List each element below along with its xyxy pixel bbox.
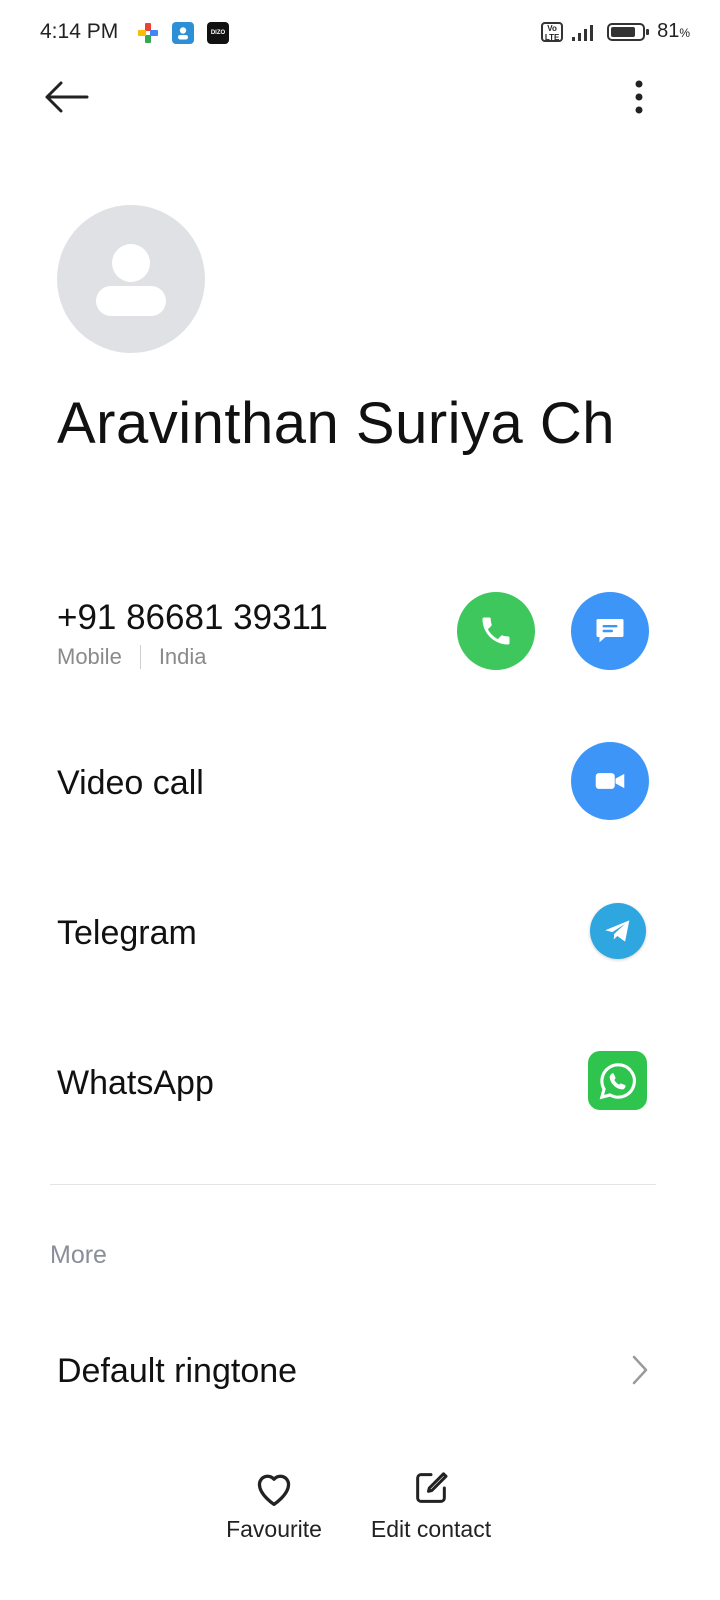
phone-icon [482, 617, 510, 645]
message-icon [596, 619, 624, 643]
photos-icon [137, 22, 159, 44]
battery-percent: 81 [657, 20, 680, 42]
phone-number[interactable]: +91 86681 39311 [57, 598, 328, 638]
edit-contact-label: Edit contact [370, 1516, 492, 1542]
chevron-right-icon[interactable] [626, 1353, 654, 1387]
whatsapp-icon [599, 1062, 636, 1099]
favourite-button[interactable]: Favourite [222, 1468, 326, 1543]
telegram-button[interactable] [590, 903, 646, 959]
signal-icon [572, 24, 594, 41]
whatsapp-button[interactable] [588, 1051, 647, 1110]
back-button[interactable] [40, 74, 92, 120]
default-ringtone-label[interactable]: Default ringtone [57, 1352, 297, 1391]
status-time: 4:14 PM [40, 20, 119, 43]
contact-name: Aravinthan Suriya Ch [57, 391, 616, 456]
person-icon [96, 244, 166, 316]
call-button[interactable] [457, 592, 535, 670]
battery-unit: % [679, 26, 690, 40]
meta-separator [139, 645, 141, 669]
phone-type: Mobile [57, 644, 122, 669]
video-call-label[interactable]: Video call [57, 764, 204, 803]
more-vertical-icon [635, 80, 643, 114]
avatar[interactable] [57, 205, 205, 353]
edit-icon [416, 1472, 448, 1503]
more-section-title: More [50, 1241, 107, 1269]
dizo-icon: DIZO [207, 22, 229, 44]
telegram-label[interactable]: Telegram [57, 914, 197, 953]
battery-icon [607, 22, 650, 41]
more-options-button[interactable] [618, 74, 662, 120]
video-call-button[interactable] [571, 742, 649, 820]
whatsapp-label[interactable]: WhatsApp [57, 1064, 214, 1103]
volte-badge: Vo LTE [541, 21, 564, 42]
phone-meta: Mobile India [57, 644, 207, 670]
favourite-label: Favourite [226, 1516, 322, 1542]
message-button[interactable] [571, 592, 649, 670]
section-divider [50, 1184, 656, 1185]
contacts-icon [172, 22, 194, 44]
phone-country: India [158, 644, 207, 669]
status-indicators: Vo LTE 81 % [541, 20, 690, 43]
arrow-left-icon [45, 81, 89, 113]
edit-contact-button[interactable]: Edit contact [364, 1468, 498, 1543]
telegram-icon [605, 920, 630, 942]
video-camera-icon [595, 773, 625, 789]
dizo-label: DIZO [210, 30, 226, 36]
battery-level [611, 26, 636, 37]
heart-icon [257, 1474, 291, 1506]
